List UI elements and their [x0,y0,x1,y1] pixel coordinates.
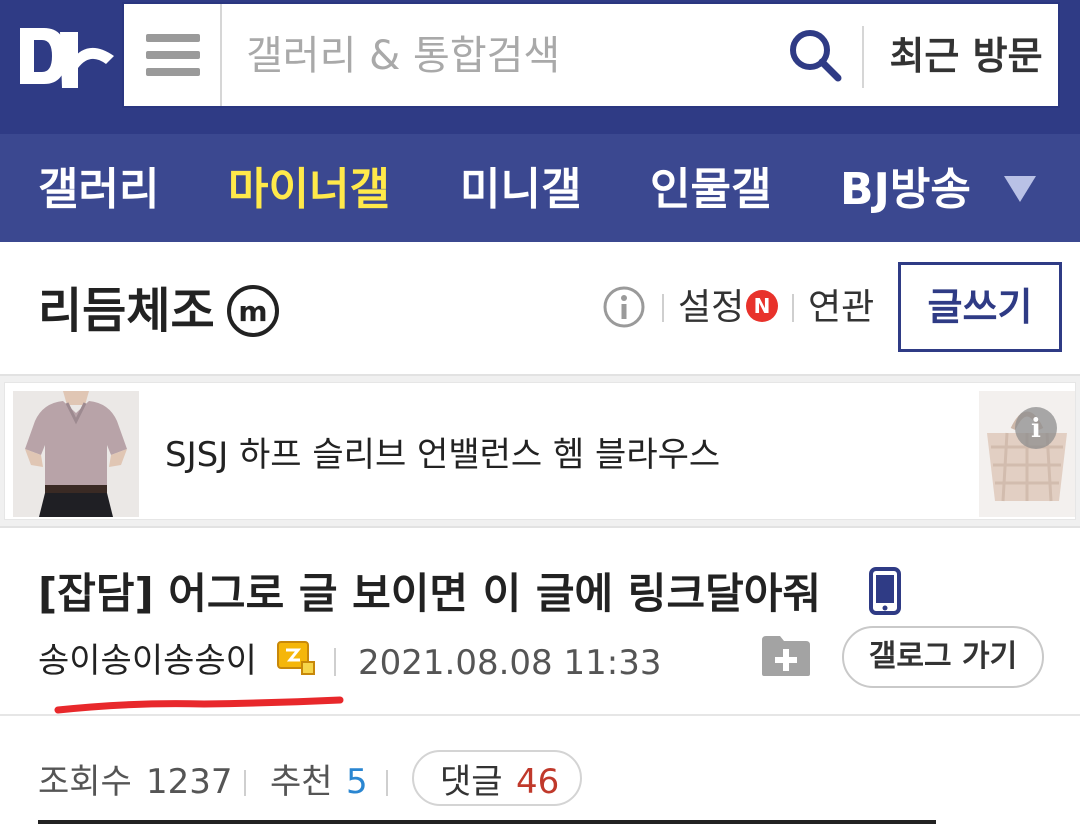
mobile-post-icon [869,567,901,615]
nav-item-mini-gallery[interactable]: 미니갤 [460,164,581,216]
settings-button[interactable]: 설정 [678,284,744,332]
nav-item-minor-gallery[interactable]: 마이너갤 [228,164,390,216]
nav-item-gallery[interactable]: 갤러리 [38,164,159,216]
ad-card[interactable]: SJSJ 하프 슬리브 언밸런스 헴 블라우스 i [4,382,1076,520]
post-header-divider [0,714,1080,716]
category-nav: 갤러리 마이너갤 미니갤 인물갤 BJ방송 [0,134,1080,242]
nav-item-bj-broadcast[interactable]: BJ방송 [840,164,971,216]
post-title: [잡담] 어그로 글 보이면 이 글에 링크달아줘 [38,569,822,618]
comments-label[interactable]: 댓글 [440,760,503,804]
ad-banner[interactable]: SJSJ 하프 슬리브 언밸런스 헴 블라우스 i [0,374,1080,528]
divider [792,294,794,322]
ad-info-icon[interactable]: i [1013,405,1059,451]
gallog-button[interactable]: 갤로그 가기 [842,626,1044,688]
search-icon[interactable] [786,26,844,84]
ad-product-image[interactable] [13,391,139,517]
recent-visits-button[interactable]: 최근 방문 [876,30,1056,82]
author-name[interactable]: 송이송이송송이 [38,638,257,684]
gallery-title[interactable]: 리듬체조 [38,282,215,340]
svg-text:i: i [1031,414,1041,444]
search-bar: 최근 방문 [122,2,1060,108]
divider [334,648,336,676]
divider [386,770,388,796]
views-label: 조회수 [38,762,132,802]
related-gallery-button[interactable]: 연관 [808,284,874,332]
menu-button[interactable] [124,4,222,106]
divider [662,294,664,322]
content-top-rule [38,820,936,824]
minor-gallery-badge-icon: m [227,285,279,337]
search-input[interactable] [246,30,766,82]
nav-item-person-gallery[interactable]: 인물갤 [650,164,771,216]
info-icon[interactable] [602,285,646,329]
svg-text:m: m [238,295,267,328]
header-divider [862,26,864,88]
new-badge: N [746,290,778,322]
comments-count[interactable]: 46 [516,760,559,804]
recommend-count: 5 [346,762,368,802]
dc-logo-icon[interactable] [14,14,118,98]
nav-expand-icon[interactable] [1002,174,1038,204]
views-count: 1237 [146,762,233,802]
ad-product-name[interactable]: SJSJ 하프 슬리브 언밸런스 헴 블라우스 [165,433,720,477]
write-post-button[interactable]: 글쓰기 [898,262,1062,352]
add-to-folder-icon[interactable] [760,632,812,678]
post-datetime: 2021.08.08 11:33 [358,643,662,683]
top-header: 최근 방문 [0,0,1080,134]
user-badge-icon [277,641,315,675]
divider [244,770,246,796]
recommend-label: 추천 [270,762,333,802]
